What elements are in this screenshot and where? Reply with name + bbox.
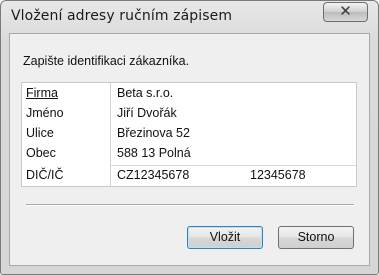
ic-field[interactable]: 12345678 (250, 168, 306, 182)
form-row-dic-ic: DIČ/IČ CZ12345678 12345678 (22, 166, 356, 186)
form-row-firma: Firma Beta s.r.o. (22, 84, 356, 104)
close-button[interactable]: ✕ (323, 2, 368, 22)
customer-form: Firma Beta s.r.o. Jméno Jiří Dvořák Ulic… (21, 82, 357, 187)
separator-line (26, 204, 354, 206)
ulice-field[interactable]: Březinova 52 (117, 126, 190, 140)
label-jmeno: Jméno (26, 106, 64, 120)
obec-field[interactable]: 588 13 Polná (117, 146, 191, 160)
label-ulice: Ulice (26, 126, 54, 140)
dialog-window: Vložení adresy ručním zápisem ✕ Zapište … (0, 0, 379, 275)
jmeno-field[interactable]: Jiří Dvořák (117, 106, 177, 120)
window-title: Vložení adresy ručním zápisem (11, 8, 233, 24)
label-obec: Obec (26, 146, 56, 160)
form-row-obec: Obec 588 13 Polná (22, 144, 356, 164)
dialog-client-area: Zapište identifikaci zákazníka. Firma Be… (9, 33, 370, 266)
dic-field[interactable]: CZ12345678 (117, 168, 189, 182)
close-icon: ✕ (339, 2, 352, 20)
instruction-text: Zapište identifikaci zákazníka. (23, 54, 190, 68)
label-firma: Firma (26, 86, 58, 100)
cancel-button[interactable]: Storno (278, 226, 354, 249)
form-row-jmeno: Jméno Jiří Dvořák (22, 104, 356, 124)
label-firma-text: Firma (26, 86, 58, 100)
firma-field[interactable]: Beta s.r.o. (117, 86, 173, 100)
insert-button[interactable]: Vložit (187, 226, 263, 249)
label-dic-ic: DIČ/IČ (26, 168, 64, 182)
form-row-ulice: Ulice Březinova 52 (22, 124, 356, 144)
